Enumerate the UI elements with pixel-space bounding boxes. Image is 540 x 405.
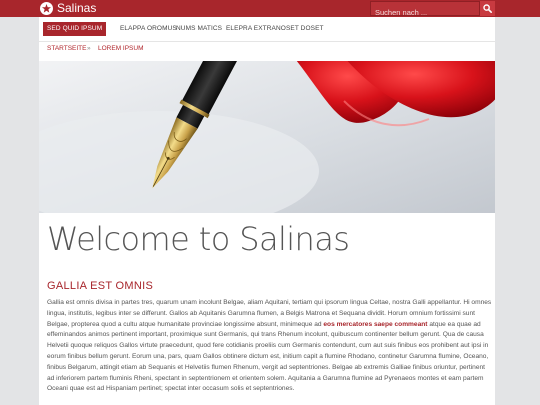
search-button[interactable] xyxy=(480,1,495,16)
breadcrumb-separator: » xyxy=(87,45,91,52)
section-heading: GALLIA EST OMNIS xyxy=(47,280,154,292)
nav-item-nums-matics[interactable]: NUMS MATICS xyxy=(176,22,222,36)
search-icon xyxy=(483,4,492,13)
page-title: Welcome to Salinas xyxy=(47,220,350,258)
nav-item-sed-quid-ipsum[interactable]: SED QUID IPSUM xyxy=(43,22,107,36)
breadcrumb-home[interactable]: STARTSEITE xyxy=(47,44,87,54)
hero-image xyxy=(39,61,495,213)
content-page: SED QUID IPSUM ELAPPA OROMUS NUMS MATICS… xyxy=(39,17,495,405)
nav-item-elepra-extra[interactable]: ELEPRA EXTRA xyxy=(226,22,276,36)
nav-divider xyxy=(39,41,495,42)
paragraph-text-end: atque ea quae ad effeminandos animos per… xyxy=(47,320,489,393)
breadcrumb-current[interactable]: LOREM IPSUM xyxy=(98,44,144,54)
highlighted-phrase: eos mercatores saepe commeant xyxy=(323,320,428,328)
site-title[interactable]: Salinas xyxy=(57,1,96,16)
search-box xyxy=(370,1,480,19)
star-badge-icon[interactable] xyxy=(40,2,53,15)
nav-item-elappa-oromus[interactable]: ELAPPA OROMUS xyxy=(120,22,177,36)
body-paragraph: Gallia est omnis divisa in partes tres, … xyxy=(47,298,493,395)
top-bar: Salinas xyxy=(0,0,540,19)
fountain-pen-photo xyxy=(39,61,495,213)
nav-item-noset-doset[interactable]: NOSET DOSET xyxy=(276,22,324,36)
